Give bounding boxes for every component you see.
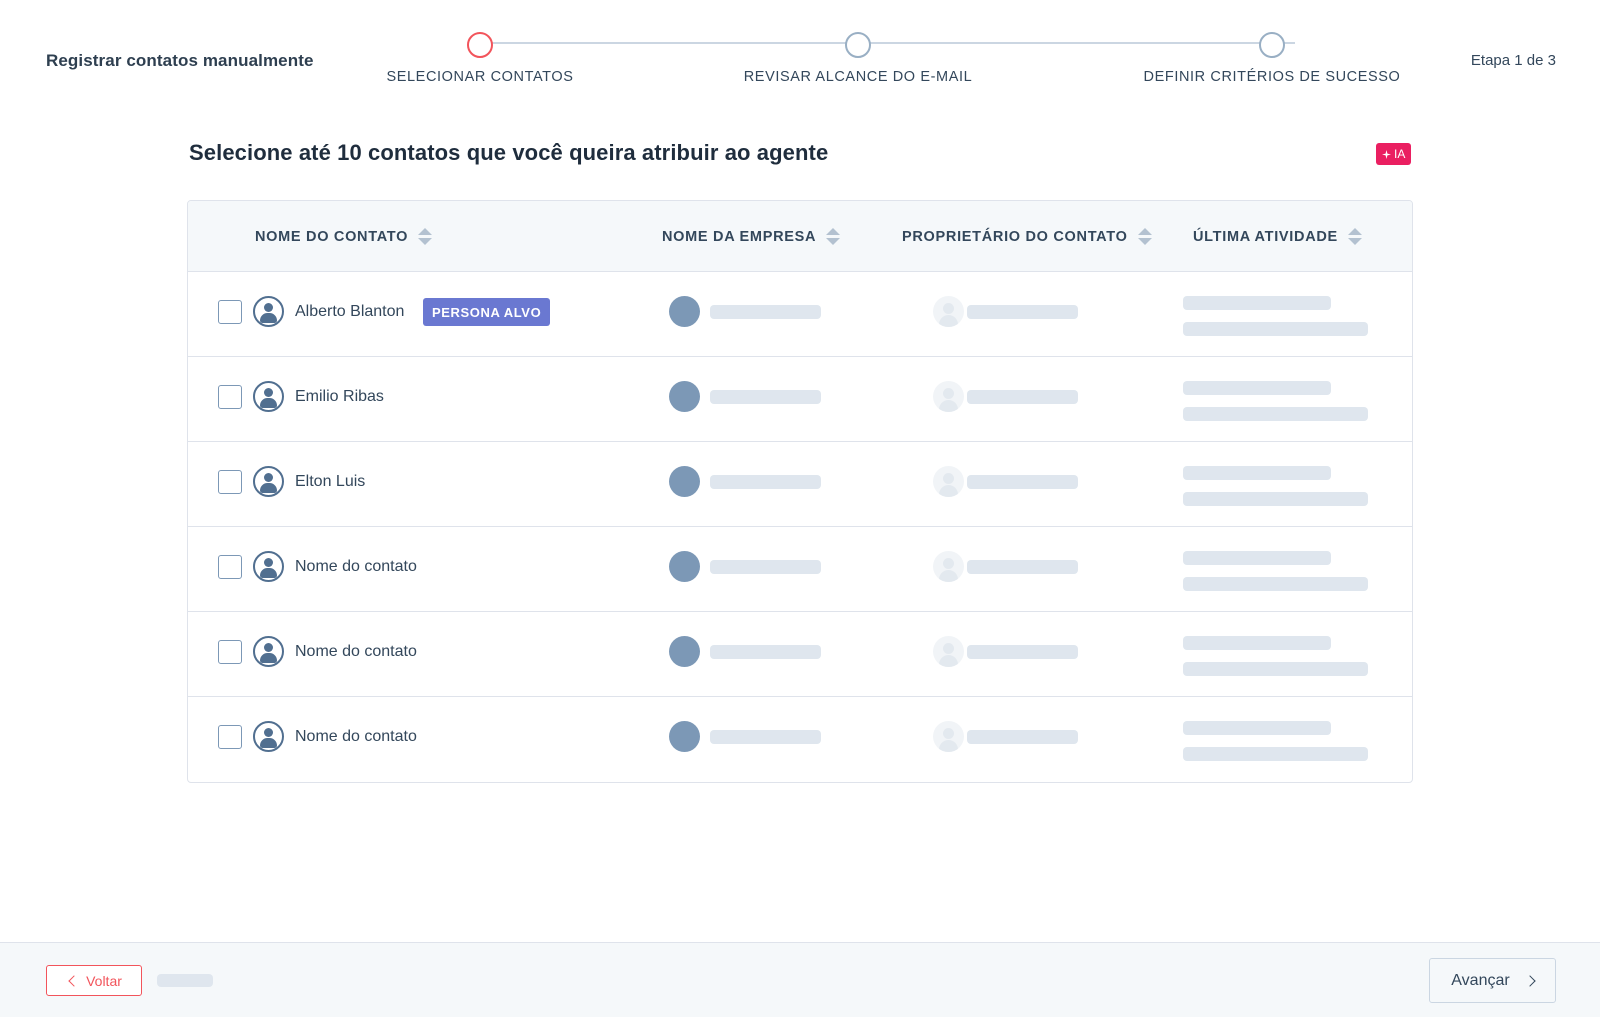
activity-placeholder-line xyxy=(1183,636,1331,650)
company-name-placeholder xyxy=(710,305,821,319)
activity-placeholder-line xyxy=(1183,551,1331,565)
column-header-last-activity[interactable]: ÚLTIMA ATIVIDADE xyxy=(1193,201,1362,272)
contact-name[interactable]: Nome do contato xyxy=(295,697,417,777)
owner-avatar-icon xyxy=(933,636,964,667)
row-checkbox[interactable] xyxy=(218,470,242,494)
row-checkbox[interactable] xyxy=(218,300,242,324)
activity-placeholder-line xyxy=(1183,381,1331,395)
table-row[interactable]: Elton Luis xyxy=(188,442,1412,527)
contact-avatar-icon xyxy=(253,296,284,327)
activity-placeholder-line xyxy=(1183,747,1368,761)
contact-name[interactable]: Nome do contato xyxy=(295,612,417,692)
sort-icon[interactable] xyxy=(418,228,433,245)
ai-badge-label: IA xyxy=(1394,147,1406,161)
company-logo-placeholder xyxy=(669,636,700,667)
column-header-company-name[interactable]: NOME DA EMPRESA xyxy=(662,201,841,272)
activity-placeholder-line xyxy=(1183,721,1331,735)
company-logo-placeholder xyxy=(669,296,700,327)
activity-placeholder-line xyxy=(1183,296,1331,310)
activity-placeholder-line xyxy=(1183,577,1368,591)
contact-avatar-icon xyxy=(253,381,284,412)
table-row[interactable]: Nome do contato xyxy=(188,697,1412,782)
progress-stepper: SELECIONAR CONTATOS REVISAR ALCANCE DO E… xyxy=(0,0,1600,100)
sparkle-icon xyxy=(1382,149,1391,159)
next-button-label: Avançar xyxy=(1451,971,1510,989)
column-header-contact-name[interactable]: NOME DO CONTATO xyxy=(255,201,433,272)
contact-avatar-icon xyxy=(253,636,284,667)
footer-bar: Voltar Avançar xyxy=(0,942,1600,1017)
activity-placeholder-line xyxy=(1183,466,1331,480)
row-checkbox[interactable] xyxy=(218,640,242,664)
company-name-placeholder xyxy=(710,390,821,404)
owner-name-placeholder xyxy=(967,730,1078,744)
owner-avatar-icon xyxy=(933,551,964,582)
company-name-placeholder xyxy=(710,645,821,659)
company-name-placeholder xyxy=(710,475,821,489)
company-logo-placeholder xyxy=(669,551,700,582)
table-row[interactable]: Nome do contato xyxy=(188,612,1412,697)
column-header-contact-owner[interactable]: PROPRIETÁRIO DO CONTATO xyxy=(902,201,1152,272)
company-logo-placeholder xyxy=(669,381,700,412)
contact-avatar-icon xyxy=(253,551,284,582)
step-1-indicator[interactable] xyxy=(467,32,493,58)
contact-name[interactable]: Emilio Ribas xyxy=(295,357,384,437)
company-name-placeholder xyxy=(710,560,821,574)
row-checkbox[interactable] xyxy=(218,385,242,409)
contact-name[interactable]: Alberto Blanton xyxy=(295,272,404,352)
activity-placeholder-line xyxy=(1183,662,1368,676)
owner-name-placeholder xyxy=(967,305,1078,319)
activity-placeholder-line xyxy=(1183,407,1368,421)
owner-avatar-icon xyxy=(933,381,964,412)
ai-badge[interactable]: IA xyxy=(1376,143,1412,165)
next-button[interactable]: Avançar xyxy=(1429,958,1556,1003)
column-header-label: ÚLTIMA ATIVIDADE xyxy=(1193,228,1338,245)
owner-name-placeholder xyxy=(967,645,1078,659)
company-name-placeholder xyxy=(710,730,821,744)
table-row[interactable]: Nome do contato xyxy=(188,527,1412,612)
table-header: NOME DO CONTATO NOME DA EMPRESA PROPRIET… xyxy=(188,201,1412,272)
stepper-track xyxy=(479,42,1295,44)
back-button[interactable]: Voltar xyxy=(46,965,142,996)
row-checkbox[interactable] xyxy=(218,725,242,749)
contact-name[interactable]: Elton Luis xyxy=(295,442,365,522)
owner-name-placeholder xyxy=(967,475,1078,489)
owner-avatar-icon xyxy=(933,296,964,327)
contacts-table: NOME DO CONTATO NOME DA EMPRESA PROPRIET… xyxy=(187,200,1413,783)
sort-icon[interactable] xyxy=(1347,228,1362,245)
step-2-label[interactable]: REVISAR ALCANCE DO E-MAIL xyxy=(744,69,973,85)
sort-icon[interactable] xyxy=(1137,228,1152,245)
company-logo-placeholder xyxy=(669,721,700,752)
section-heading: Selecione até 10 contatos que você queir… xyxy=(189,140,829,165)
table-row[interactable]: Alberto Blanton PERSONA ALVO xyxy=(188,272,1412,357)
column-header-label: NOME DA EMPRESA xyxy=(662,228,817,245)
step-3-label[interactable]: DEFINIR CRITÉRIOS DE SUCESSO xyxy=(1144,69,1401,85)
owner-avatar-icon xyxy=(933,721,964,752)
column-header-label: PROPRIETÁRIO DO CONTATO xyxy=(902,228,1128,245)
activity-placeholder-line xyxy=(1183,322,1368,336)
column-header-label: NOME DO CONTATO xyxy=(255,228,409,245)
owner-name-placeholder xyxy=(967,560,1078,574)
owner-avatar-icon xyxy=(933,466,964,497)
back-button-label: Voltar xyxy=(86,972,122,989)
step-2-indicator[interactable] xyxy=(845,32,871,58)
contact-avatar-icon xyxy=(253,466,284,497)
step-1-label[interactable]: SELECIONAR CONTATOS xyxy=(386,69,573,85)
contact-avatar-icon xyxy=(253,721,284,752)
table-row[interactable]: Emilio Ribas xyxy=(188,357,1412,442)
table-body: Alberto Blanton PERSONA ALVO Emilio Riba… xyxy=(188,272,1412,782)
sort-icon[interactable] xyxy=(826,228,841,245)
owner-name-placeholder xyxy=(967,390,1078,404)
activity-placeholder-line xyxy=(1183,492,1368,506)
company-logo-placeholder xyxy=(669,466,700,497)
persona-tag: PERSONA ALVO xyxy=(423,298,551,326)
step-3-indicator[interactable] xyxy=(1259,32,1285,58)
row-checkbox[interactable] xyxy=(218,555,242,579)
chevron-left-icon xyxy=(68,974,80,987)
chevron-right-icon xyxy=(1524,974,1536,987)
loading-placeholder xyxy=(157,974,213,987)
contact-name[interactable]: Nome do contato xyxy=(295,527,417,607)
step-counter: Etapa 1 de 3 xyxy=(1470,52,1556,69)
